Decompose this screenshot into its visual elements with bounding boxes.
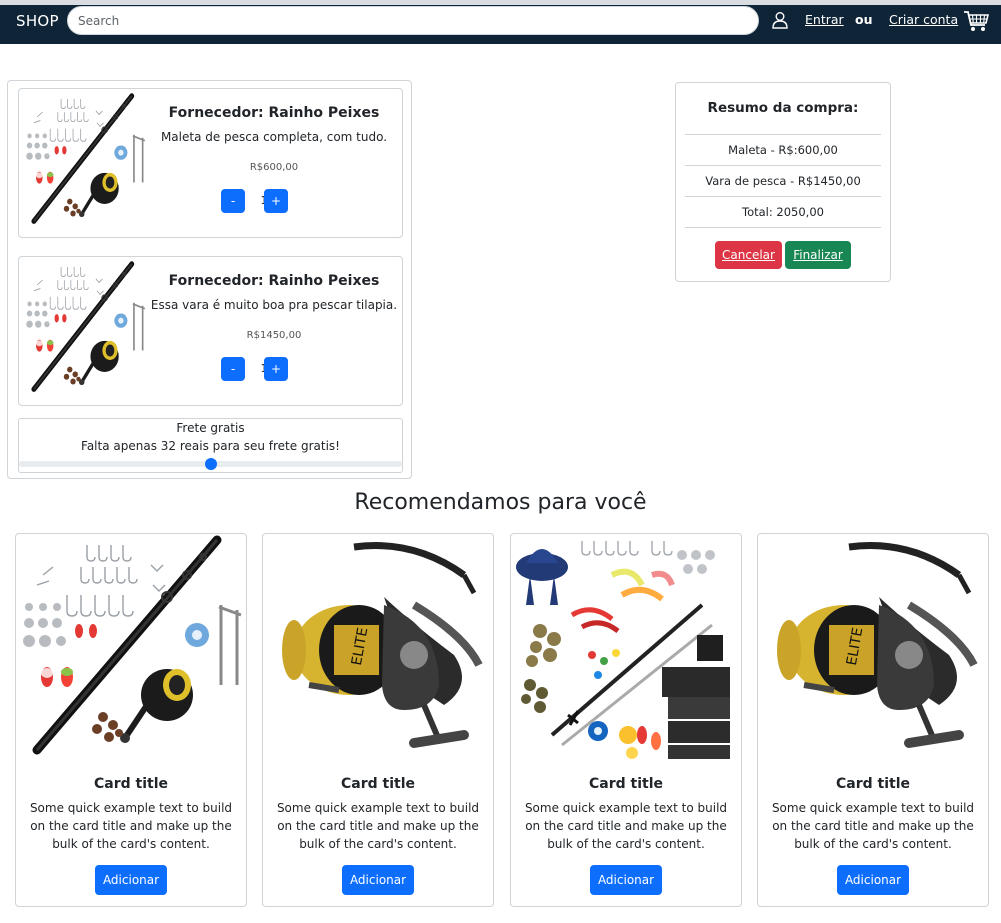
cart-item-card: Fornecedor: Rainho Peixes Essa vara é mu… xyxy=(18,256,403,406)
card-title: Card title xyxy=(589,776,663,792)
add-to-cart-button[interactable]: Adicionar xyxy=(95,865,167,895)
cart-item-card: Fornecedor: Rainho Peixes Maleta de pesc… xyxy=(18,88,403,238)
signup-link[interactable]: Criar conta xyxy=(889,12,958,27)
item-description: Essa vara é muito boa pra pescar tilapia… xyxy=(150,298,398,312)
top-navbar: SHOP Entrar ou Criar conta xyxy=(0,0,1001,44)
or-label: ou xyxy=(855,12,873,27)
add-to-cart-button[interactable]: Adicionar xyxy=(590,865,662,895)
free-shipping-title: Frete gratis xyxy=(176,421,245,435)
shopping-cart-icon[interactable] xyxy=(963,9,989,33)
summary-row: Maleta - R$:600,00 xyxy=(685,134,881,165)
fishing-kit-image xyxy=(17,535,245,763)
recommendations-heading: Recomendamos para você xyxy=(354,490,647,515)
fishing-reel-image xyxy=(759,535,987,763)
recommendation-card: Card title Some quick example text to bu… xyxy=(15,533,247,907)
item-supplier-title: Fornecedor: Rainho Peixes xyxy=(168,105,380,121)
summary-title: Resumo da compra: xyxy=(707,100,859,116)
item-price: R$1450,00 xyxy=(246,330,302,341)
summary-divider xyxy=(685,227,881,228)
card-title: Card title xyxy=(94,776,168,792)
finish-button[interactable]: Finalizar xyxy=(785,241,851,269)
card-text: Some quick example text to build on the … xyxy=(524,801,728,851)
free-shipping-progress-thumb[interactable] xyxy=(204,458,217,470)
free-shipping-message: Falta apenas 32 reais para seu frete gra… xyxy=(81,439,340,453)
decrease-quantity-button[interactable]: - xyxy=(221,357,245,381)
fishing-kit-image xyxy=(23,93,147,229)
fishing-reel-image xyxy=(264,535,492,763)
cart-item-body: Fornecedor: Rainho Peixes Essa vara é mu… xyxy=(151,257,397,405)
fishing-accessories-image xyxy=(512,535,740,763)
free-shipping-box: Frete gratis Falta apenas 32 reais para … xyxy=(18,418,403,473)
recommendation-card: Card title Some quick example text to bu… xyxy=(262,533,494,907)
quantity-stepper: - 1 + xyxy=(221,189,341,213)
brand-logo[interactable]: SHOP xyxy=(16,12,59,30)
search-input[interactable] xyxy=(67,6,759,35)
free-shipping-progress-track xyxy=(19,458,402,470)
card-title: Card title xyxy=(836,776,910,792)
item-price: R$600,00 xyxy=(249,162,299,173)
increase-quantity-button[interactable]: + xyxy=(264,357,288,381)
add-to-cart-button[interactable]: Adicionar xyxy=(837,865,909,895)
decrease-quantity-button[interactable]: - xyxy=(221,189,245,213)
fishing-kit-image xyxy=(23,261,147,397)
cart-item-body: Fornecedor: Rainho Peixes Maleta de pesc… xyxy=(159,89,389,237)
user-icon[interactable] xyxy=(771,11,789,29)
summary-actions: Cancelar Finalizar xyxy=(676,241,890,269)
cancel-button[interactable]: Cancelar xyxy=(715,241,782,269)
cart-panel: Fornecedor: Rainho Peixes Maleta de pesc… xyxy=(7,80,412,479)
summary-total: Total: 2050,00 xyxy=(685,196,881,227)
login-link[interactable]: Entrar xyxy=(805,12,844,27)
item-supplier-title: Fornecedor: Rainho Peixes xyxy=(168,273,380,289)
order-summary: Resumo da compra: Maleta - R$:600,00 Var… xyxy=(675,82,891,282)
increase-quantity-button[interactable]: + xyxy=(264,189,288,213)
quantity-stepper: - 1 + xyxy=(221,357,341,381)
card-title: Card title xyxy=(341,776,415,792)
add-to-cart-button[interactable]: Adicionar xyxy=(342,865,414,895)
card-text: Some quick example text to build on the … xyxy=(276,801,480,851)
recommendation-card: Card title Some quick example text to bu… xyxy=(757,533,989,907)
item-description: Maleta de pesca completa, com tudo. xyxy=(160,130,388,144)
card-text: Some quick example text to build on the … xyxy=(29,801,233,851)
card-text: Some quick example text to build on the … xyxy=(771,801,975,851)
recommendation-card: Card title Some quick example text to bu… xyxy=(510,533,742,907)
summary-row: Vara de pesca - R$1450,00 xyxy=(685,165,881,196)
